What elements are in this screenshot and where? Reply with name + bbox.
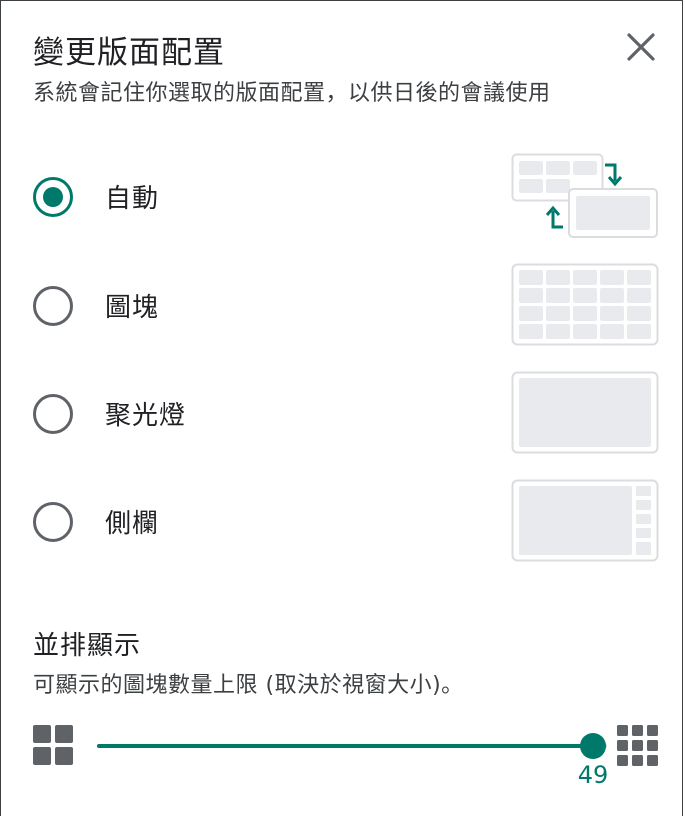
radio-spotlight[interactable] [33, 394, 73, 434]
dialog-subtitle: 系統會記住你選取的版面配置，以供日後的會議使用 [33, 81, 551, 106]
tiles-section-title: 並排顯示 [33, 631, 142, 661]
layout-option-sidebar[interactable]: 側欄 [1, 471, 684, 571]
close-button[interactable] [621, 27, 661, 67]
slider-thumb[interactable] [580, 733, 606, 759]
tiles-section-description: 可顯示的圖塊數量上限 (取決於視窗大小)。 [33, 673, 464, 698]
slider-fill [97, 744, 593, 748]
sidebar-layout-icon [511, 479, 659, 562]
change-layout-dialog: 變更版面配置 系統會記住你選取的版面配置，以供日後的會議使用 自動 圖塊 聚光燈… [0, 0, 683, 816]
radio-sidebar[interactable] [33, 502, 73, 542]
option-label-auto: 自動 [105, 184, 160, 214]
slider-value-label: 49 [577, 761, 609, 789]
dialog-title: 變更版面配置 [33, 35, 225, 71]
option-label-tiled: 圖塊 [105, 293, 160, 323]
layout-option-auto[interactable]: 自動 [1, 147, 684, 247]
tiled-layout-icon [511, 263, 659, 346]
grid-small-icon [33, 725, 73, 765]
spotlight-layout-icon [511, 371, 659, 454]
option-label-sidebar: 側欄 [105, 509, 160, 539]
layout-option-tiled[interactable]: 圖塊 [1, 255, 684, 355]
option-label-spotlight: 聚光燈 [105, 401, 187, 431]
radio-tiled[interactable] [33, 286, 73, 326]
grid-large-icon [617, 725, 658, 766]
tiles-slider[interactable] [97, 729, 607, 763]
radio-auto[interactable] [33, 177, 73, 217]
layout-option-spotlight[interactable]: 聚光燈 [1, 363, 684, 463]
close-icon [627, 33, 655, 61]
auto-layout-icon [511, 153, 658, 238]
